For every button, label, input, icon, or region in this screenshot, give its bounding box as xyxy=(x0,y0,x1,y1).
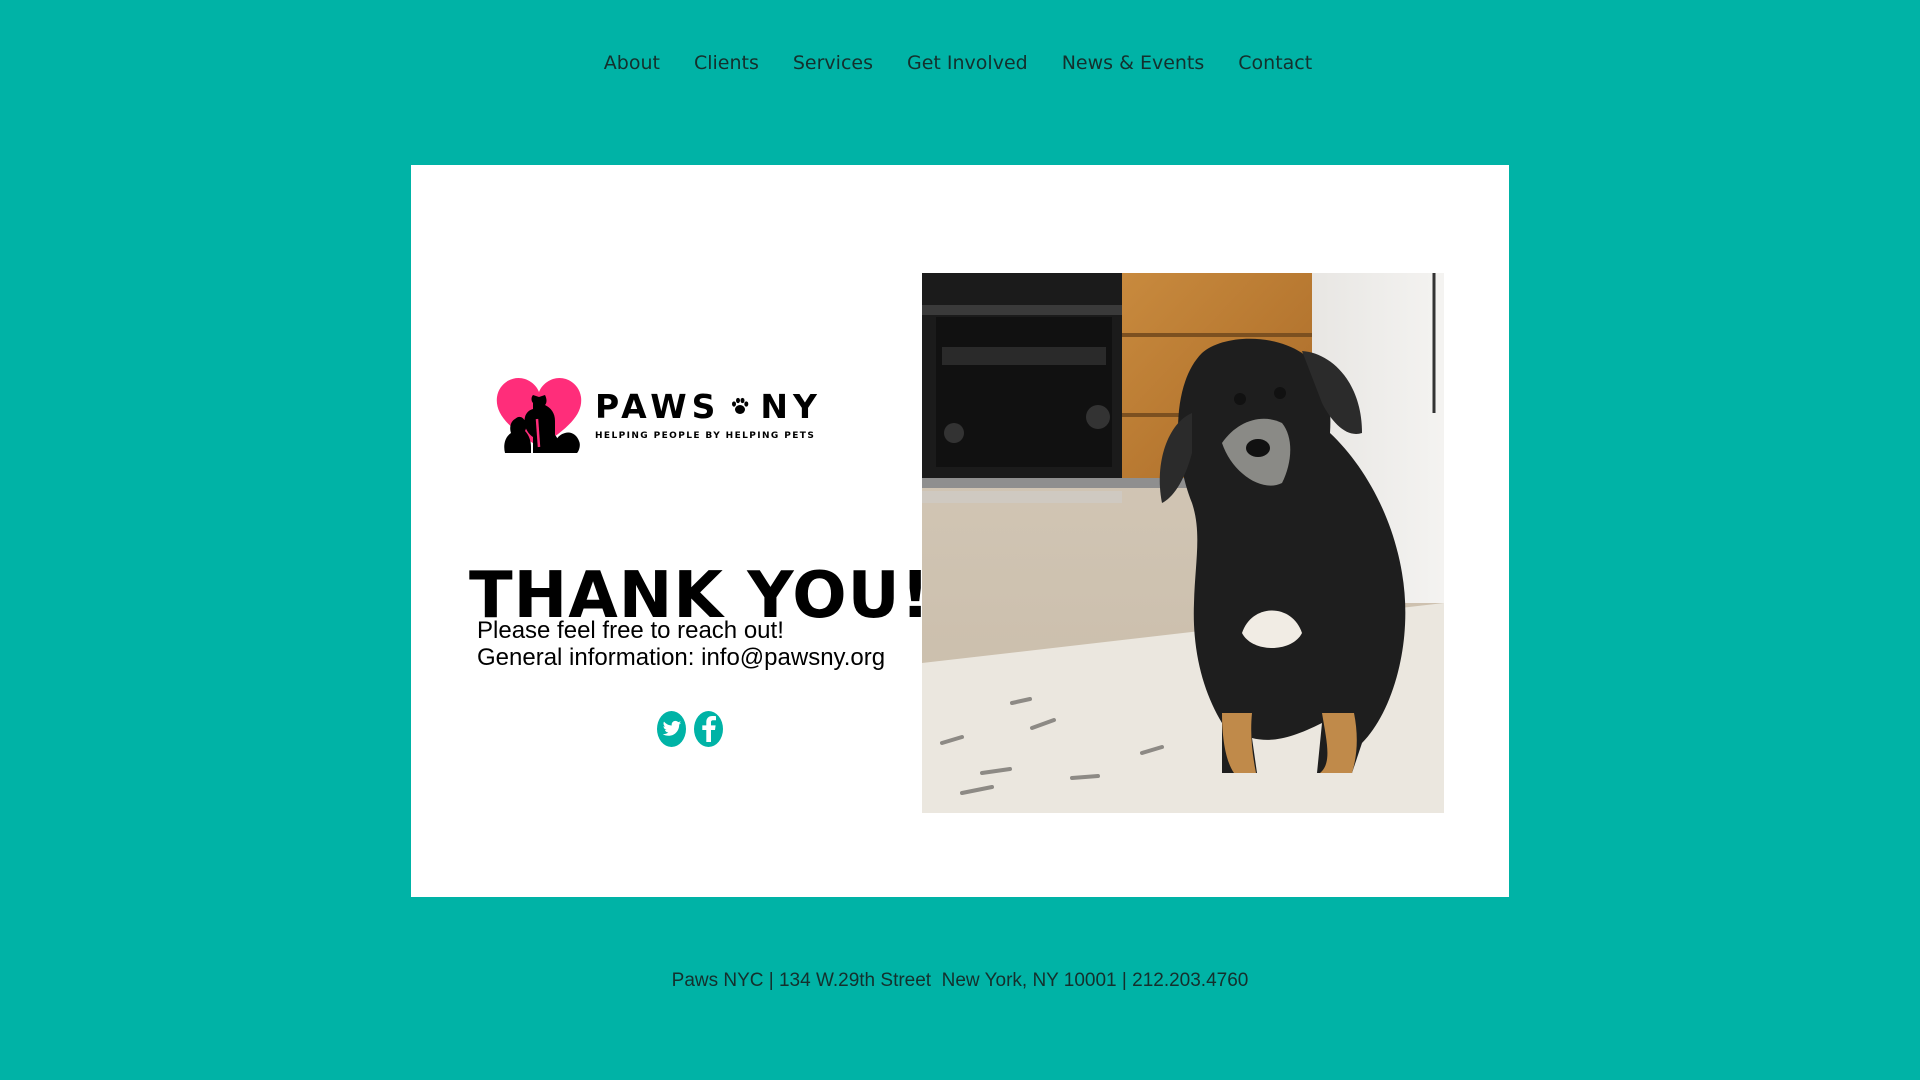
logo-tagline: HELPING PEOPLE BY HELPING PETS xyxy=(595,430,816,441)
top-navigation: About Clients Services Get Involved News… xyxy=(0,0,1920,138)
nav-item-services[interactable]: Services xyxy=(793,52,873,74)
dog-photo xyxy=(922,273,1444,813)
nav-item-news-events[interactable]: News & Events xyxy=(1062,52,1205,74)
nav-item-about[interactable]: About xyxy=(604,52,660,74)
paw-icon xyxy=(732,397,749,414)
nav-item-clients[interactable]: Clients xyxy=(694,52,759,74)
nav-item-contact[interactable]: Contact xyxy=(1238,52,1312,74)
twitter-bird-icon xyxy=(662,720,681,736)
logo-name-ny: NY xyxy=(760,386,822,426)
dachshund-image xyxy=(922,273,1444,813)
logo-text: PAWS NY HELPING PEOPLE BY HELPING PETS xyxy=(595,390,822,441)
general-info-email-text: General information: info@pawsny.org xyxy=(477,644,886,671)
contact-text: Please feel free to reach out! General i… xyxy=(477,617,885,671)
logo-name-paws: PAWS xyxy=(595,386,721,426)
paws-ny-logo: PAWS NY HELPING PEOPLE BY HELPING PETS xyxy=(493,375,823,455)
facebook-f-icon xyxy=(701,716,716,742)
nav-item-get-involved[interactable]: Get Involved xyxy=(907,52,1028,74)
social-links xyxy=(657,711,723,747)
thank-you-card: PAWS NY HELPING PEOPLE BY HELPING PETS T… xyxy=(411,165,1509,897)
facebook-icon[interactable] xyxy=(694,711,723,747)
reach-out-text: Please feel free to reach out! xyxy=(477,617,784,644)
nav-list: About Clients Services Get Involved News… xyxy=(604,52,1312,74)
footer-address: Paws NYC | 134 W.29th Street New York, N… xyxy=(671,970,1249,991)
logo-name: PAWS NY xyxy=(595,390,822,423)
heart-dog-cat-logo-icon xyxy=(496,377,582,453)
twitter-icon[interactable] xyxy=(657,711,686,747)
